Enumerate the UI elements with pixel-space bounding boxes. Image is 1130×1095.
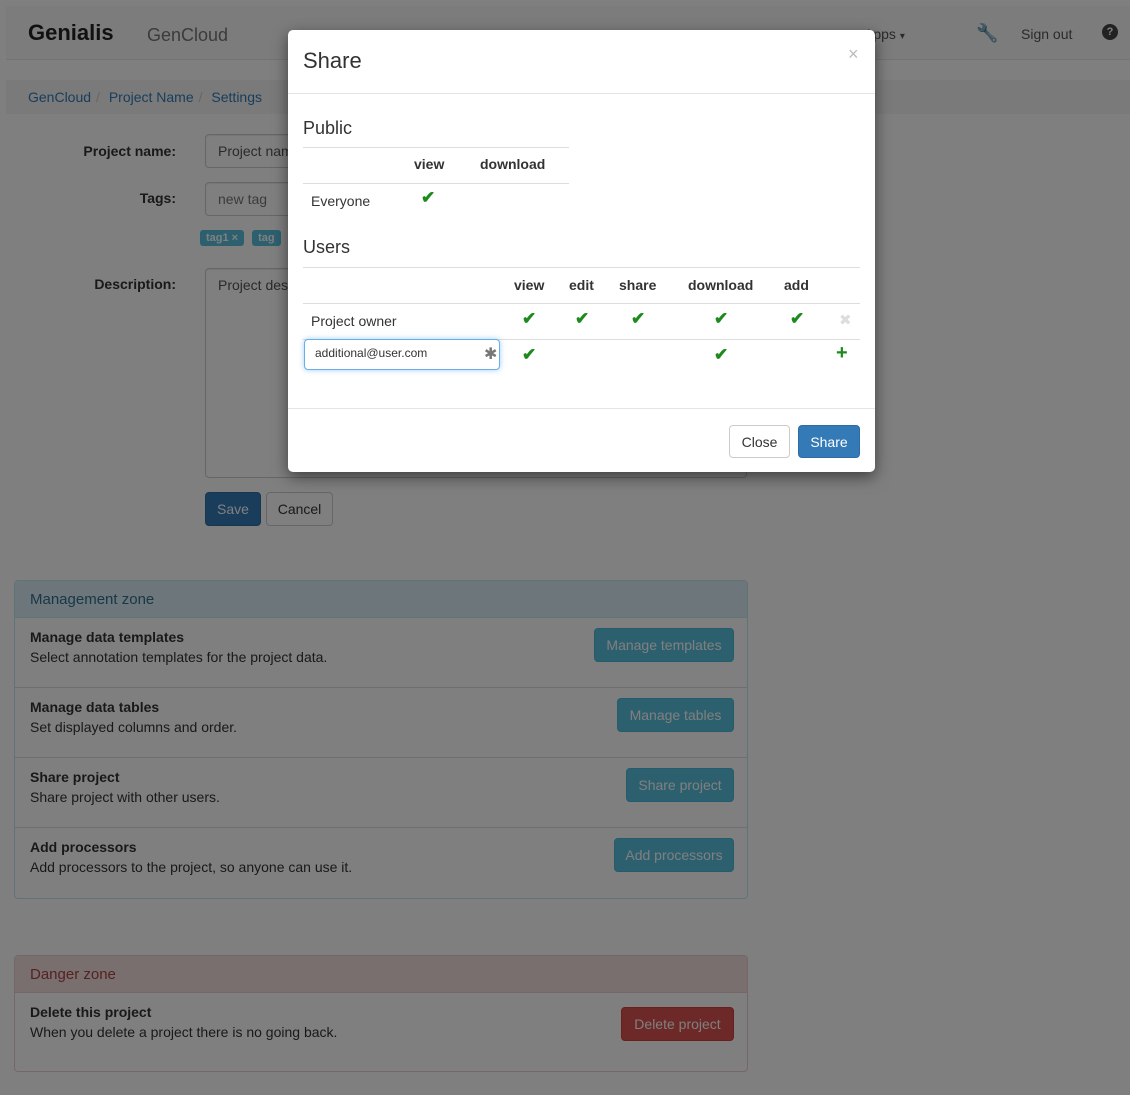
share-button[interactable]: Share [798, 425, 860, 458]
users-col-view: view [514, 277, 545, 293]
table-divider [303, 267, 860, 268]
public-col-view: view [414, 156, 445, 172]
check-icon[interactable]: ✔ [575, 309, 589, 329]
public-section-title: Public [303, 118, 353, 138]
check-icon[interactable]: ✔ [522, 309, 536, 329]
users-col-add: add [784, 277, 809, 293]
add-user-icon[interactable]: + [836, 342, 848, 365]
share-modal: Share × Public view download Everyone ✔ … [288, 30, 875, 472]
close-icon[interactable]: × [848, 44, 859, 65]
check-icon[interactable]: ✔ [714, 309, 728, 329]
check-icon[interactable]: ✔ [631, 309, 645, 329]
modal-title: Share [303, 48, 362, 73]
users-section-title: Users [303, 237, 351, 257]
check-icon[interactable]: ✔ [790, 309, 804, 329]
table-divider [303, 183, 569, 184]
public-row-everyone: Everyone [311, 193, 371, 209]
users-col-download: download [688, 277, 754, 293]
table-divider [303, 147, 569, 148]
new-user-email-input[interactable]: additional@user.com [304, 339, 500, 370]
users-col-share: share [619, 277, 657, 293]
users-col-edit: edit [569, 277, 594, 293]
check-icon[interactable]: ✔ [714, 345, 728, 365]
modal-header-divider [288, 93, 875, 94]
users-row-project-owner: Project owner [311, 313, 397, 329]
required-asterisk-icon: ✱ [484, 346, 498, 363]
table-divider [303, 303, 860, 304]
check-icon[interactable]: ✔ [421, 188, 435, 208]
public-col-download: download [480, 156, 546, 172]
close-button[interactable]: Close [729, 425, 790, 458]
modal-footer-divider [288, 408, 875, 409]
check-icon[interactable]: ✔ [522, 345, 536, 365]
remove-user-icon[interactable]: ✖ [839, 311, 852, 329]
